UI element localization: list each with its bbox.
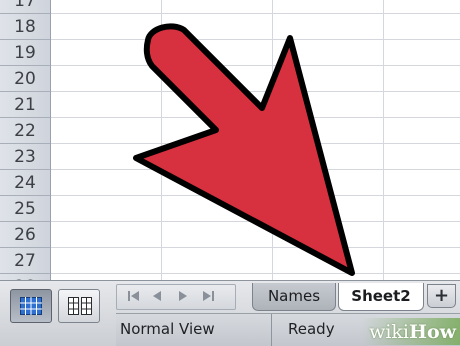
red-pointer-arrow (133, 23, 355, 276)
